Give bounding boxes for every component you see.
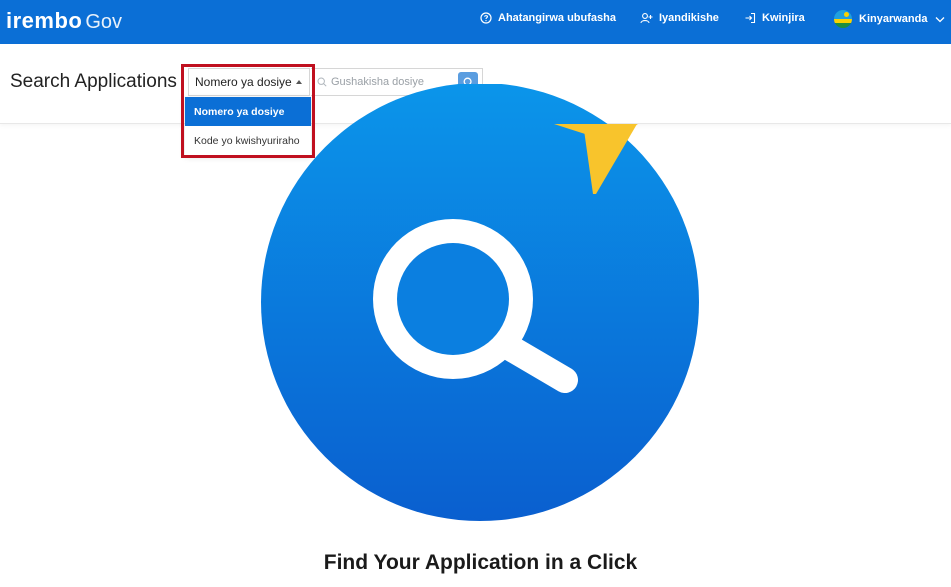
logo-sub-text: Gov — [85, 11, 123, 33]
search-type-dropdown: Nomero ya dosiye Kode yo kwishyuriraho — [185, 97, 311, 155]
nav-login-label: Kwinjira — [762, 12, 805, 24]
login-icon — [745, 12, 756, 24]
nav-register-label: Iyandikishe — [659, 12, 719, 24]
top-navigation-bar: irembo Gov Ahatangirwa ubufasha Iyandiki… — [0, 0, 951, 44]
nav-login-link[interactable]: Kwinjira — [744, 12, 805, 24]
add-user-icon — [640, 13, 653, 24]
logo-main-text: irembo — [6, 8, 83, 33]
hero-title: Find Your Application in a Click — [323, 551, 638, 574]
chevron-down-icon — [936, 16, 945, 22]
language-label: Kinyarwanda — [859, 13, 928, 25]
nav-register-link[interactable]: Iyandikishe — [640, 12, 719, 24]
nav-help-label: Ahatangirwa ubufasha — [498, 12, 616, 24]
nav-help-link[interactable]: Ahatangirwa ubufasha — [480, 12, 616, 24]
irembo-logo[interactable]: irembo Gov — [6, 8, 122, 36]
rwanda-flag-icon — [834, 10, 852, 28]
search-illustration — [261, 84, 699, 521]
language-selector[interactable]: Kinyarwanda — [834, 10, 951, 28]
dropdown-option-payment-code[interactable]: Kode yo kwishyuriraho — [185, 126, 311, 155]
dropdown-option-file-number[interactable]: Nomero ya dosiye — [185, 97, 311, 126]
page-title: Search Applications — [10, 71, 177, 92]
help-circle-icon — [480, 12, 492, 24]
